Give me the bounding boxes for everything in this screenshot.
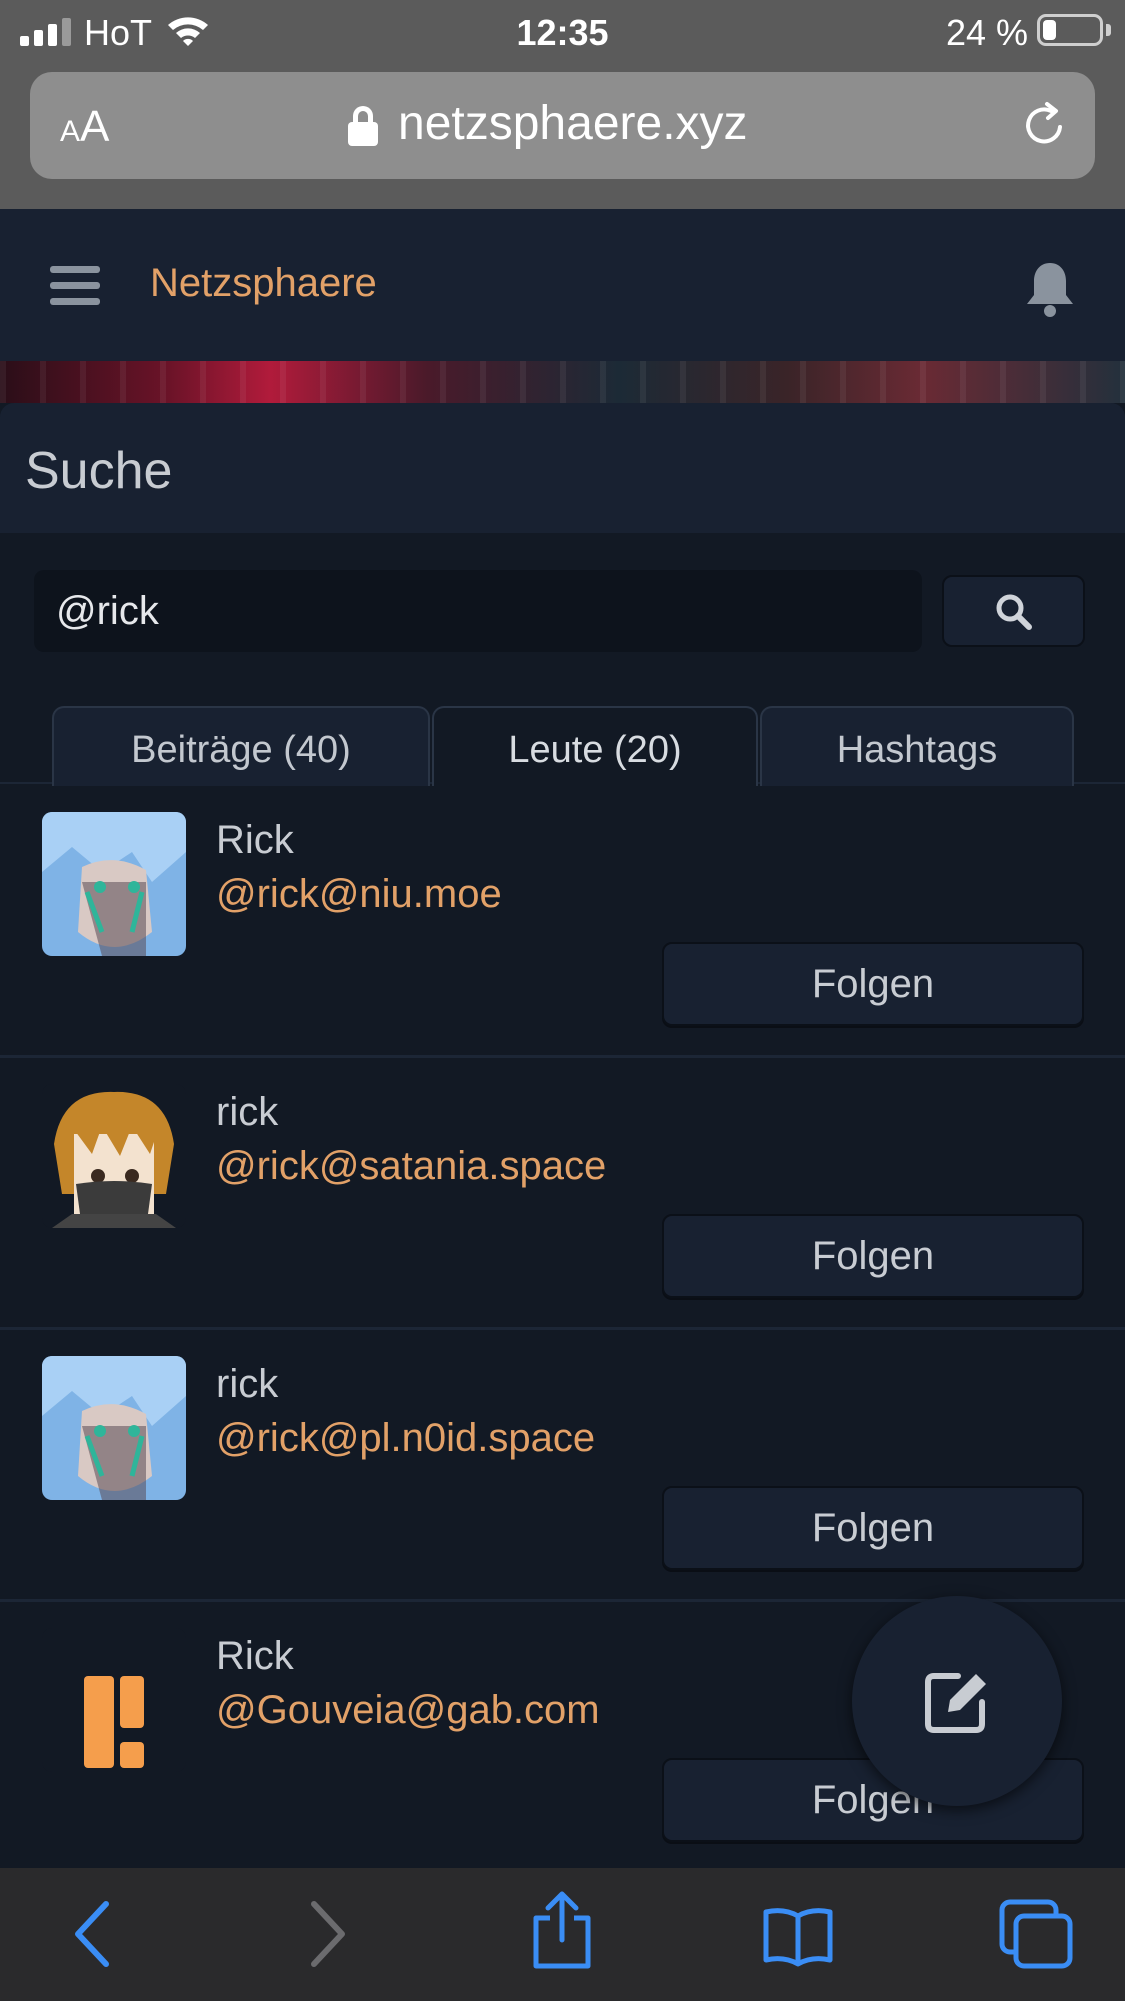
result-display-name[interactable]: rick [216, 1362, 278, 1407]
back-icon[interactable] [70, 1896, 114, 1972]
search-button[interactable] [942, 575, 1085, 647]
url-text[interactable]: netzsphaere.xyz [398, 96, 748, 151]
search-icon [996, 594, 1032, 630]
follow-button[interactable]: Folgen [662, 1486, 1084, 1570]
result-display-name[interactable]: Rick [216, 818, 294, 863]
battery-nub [1106, 24, 1111, 36]
user-result-card: rick @rick@satania.space Folgen [0, 1058, 1125, 1330]
follow-button[interactable]: Folgen [662, 1214, 1084, 1298]
status-bar: HoT 12:35 24 % [0, 0, 1125, 62]
user-result-card: rick @rick@pl.n0id.space Folgen [0, 1330, 1125, 1602]
avatar[interactable] [42, 1084, 186, 1228]
notifications-bell-icon[interactable] [1022, 259, 1078, 319]
bookmarks-icon[interactable] [762, 1904, 834, 1968]
result-handle[interactable]: @Gouveia@gab.com [216, 1688, 600, 1733]
tab-hashtags[interactable]: Hashtags [760, 706, 1074, 786]
share-icon[interactable] [530, 1888, 594, 1972]
result-handle[interactable]: @rick@pl.n0id.space [216, 1416, 595, 1461]
tabs-icon[interactable] [998, 1898, 1074, 1970]
avatar[interactable] [42, 1628, 186, 1772]
tab-posts[interactable]: Beiträge (40) [52, 706, 430, 786]
avatar[interactable] [42, 1356, 186, 1500]
avatar[interactable] [42, 812, 186, 956]
lock-icon [348, 106, 380, 146]
battery-percent: 24 % [946, 12, 1029, 53]
result-display-name[interactable]: rick [216, 1090, 278, 1135]
header-banner-image [0, 361, 1125, 403]
tab-people[interactable]: Leute (20) [432, 706, 758, 786]
search-input[interactable] [34, 570, 922, 652]
battery-level [1043, 20, 1056, 40]
result-handle[interactable]: @rick@satania.space [216, 1144, 606, 1189]
reload-icon[interactable] [1020, 100, 1070, 150]
browser-toolbar [0, 1868, 1125, 2001]
text-size-button[interactable]: AA [60, 102, 109, 152]
browser-chrome: HoT 12:35 24 % AA netzsphaere.xyz [0, 0, 1125, 209]
site-brand[interactable]: Netzsphaere [150, 261, 377, 306]
forward-icon[interactable] [306, 1896, 350, 1972]
panel-heading: Suche [0, 403, 1125, 533]
follow-button[interactable]: Folgen [662, 942, 1084, 1026]
site-header: Netzsphaere [0, 209, 1125, 361]
search-tabs: Beiträge (40) Leute (20) Hashtags [0, 706, 1125, 786]
page-title: Suche [25, 442, 173, 500]
compose-button[interactable] [852, 1596, 1062, 1806]
user-result-card: Rick @rick@niu.moe Folgen [0, 786, 1125, 1058]
address-bar[interactable]: AA netzsphaere.xyz [30, 72, 1095, 179]
menu-icon[interactable] [50, 266, 100, 306]
result-display-name[interactable]: Rick [216, 1634, 294, 1679]
result-handle[interactable]: @rick@niu.moe [216, 872, 502, 917]
battery-icon [1037, 14, 1103, 46]
compose-icon [925, 1673, 986, 1733]
